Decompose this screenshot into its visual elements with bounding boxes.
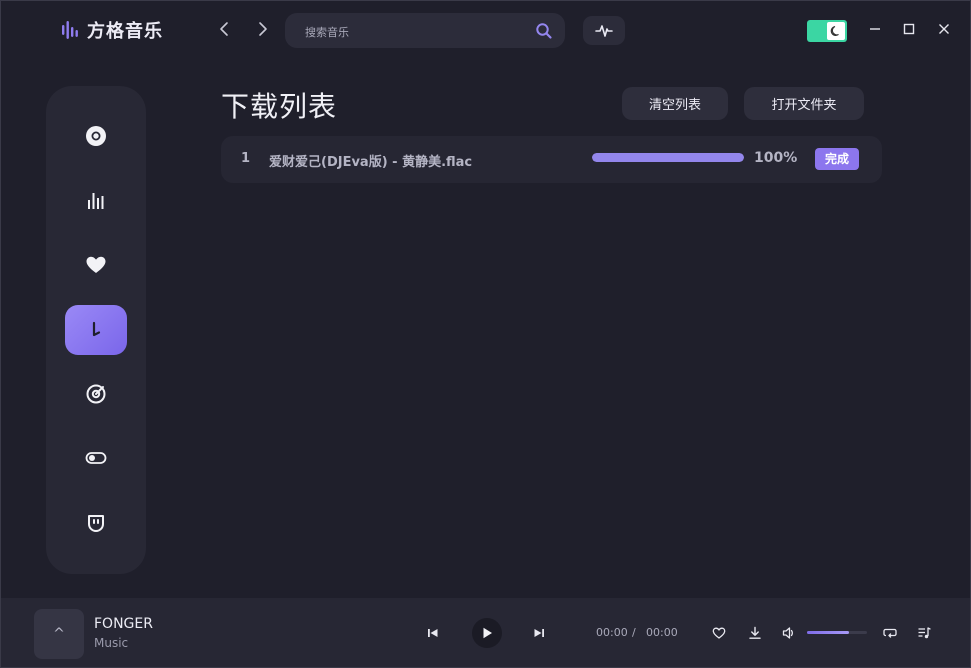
face-icon: [88, 515, 104, 532]
maximize-button[interactable]: [901, 21, 917, 37]
logo-bars-icon: [62, 21, 78, 39]
app-window: 方格音乐 搜索音乐 下载列表 清空列表 打开文件夹 1 爱财爱己(DJEva版)…: [0, 0, 971, 668]
sidebar-item-radar[interactable]: [65, 369, 127, 419]
close-button[interactable]: [936, 21, 952, 37]
sidebar-item-discover[interactable]: [65, 111, 127, 161]
open-folder-button[interactable]: 打开文件夹: [744, 87, 864, 120]
sidebar-item-favorites[interactable]: [65, 240, 127, 290]
sidebar-item-charts[interactable]: [65, 176, 127, 226]
heart-outline-icon: [712, 627, 726, 639]
close-icon: [939, 24, 949, 34]
download-progress-bar: [592, 153, 744, 162]
volume-slider-fill: [807, 631, 849, 634]
chevron-left-icon: [220, 22, 228, 36]
search-bar: [285, 13, 565, 48]
back-button[interactable]: [215, 19, 235, 39]
forward-button[interactable]: [252, 19, 272, 39]
download-progress-fill: [592, 153, 744, 162]
disc-icon: [86, 126, 106, 146]
download-filename: 爱财爱己(DJEva版) - 黄静美.flac: [269, 155, 473, 170]
app-name: 方格音乐: [87, 21, 163, 42]
sidebar-item-downloads[interactable]: [65, 305, 127, 355]
volume-slider[interactable]: [807, 631, 867, 634]
repeat-button[interactable]: [883, 626, 897, 640]
download-icon: [92, 321, 101, 337]
minimize-button[interactable]: [867, 21, 883, 37]
skip-previous-icon: [428, 629, 438, 637]
repeat-icon: [883, 628, 897, 638]
sidebar-item-settings[interactable]: [65, 433, 127, 483]
total-time: 00:00: [646, 626, 678, 639]
theme-toggle-knob: [827, 22, 845, 40]
download-arrow-icon: [749, 626, 761, 639]
play-button[interactable]: [472, 618, 502, 648]
audio-visualizer-button[interactable]: [583, 16, 625, 45]
minimize-icon: [870, 28, 880, 30]
sidebar: [46, 86, 146, 574]
player-bar: ^ FONGER Music 00:00 / 00:00: [1, 598, 970, 667]
song-artist: Music: [94, 636, 129, 650]
playlist-icon: [918, 627, 931, 639]
theme-toggle[interactable]: [807, 20, 847, 42]
clear-list-button[interactable]: 清空列表: [622, 87, 728, 120]
toggle-icon: [85, 452, 107, 464]
search-input[interactable]: [303, 21, 527, 43]
download-button[interactable]: [748, 626, 762, 640]
song-title: FONGER: [94, 616, 153, 632]
page-title: 下载列表: [221, 90, 338, 123]
volume-icon: [782, 627, 793, 639]
moon-icon: [830, 25, 839, 36]
volume-button[interactable]: [782, 626, 796, 640]
target-icon: [86, 384, 106, 404]
heart-icon: [86, 256, 106, 273]
download-percent: 100%: [754, 150, 798, 166]
status-badge: 完成: [815, 148, 860, 170]
play-icon: [483, 627, 492, 639]
next-button[interactable]: [532, 626, 546, 640]
previous-button[interactable]: [426, 626, 440, 640]
current-time: 00:00: [596, 626, 628, 639]
app-logo: 方格音乐: [61, 17, 163, 43]
download-index: 1: [241, 151, 251, 166]
chart-bars-icon: [88, 193, 104, 209]
waveform-icon: [595, 24, 613, 37]
sidebar-item-about[interactable]: [65, 497, 127, 547]
album-cover-toggle[interactable]: ^: [34, 609, 84, 659]
chevron-right-icon: [259, 22, 267, 36]
playlist-button[interactable]: [917, 626, 931, 640]
skip-next-icon: [534, 629, 544, 637]
time-separator: /: [632, 626, 636, 639]
expand-icon: ^: [53, 626, 65, 642]
download-row[interactable]: 1 爱财爱己(DJEva版) - 黄静美.flac 100% 完成: [221, 136, 882, 183]
like-button[interactable]: [712, 626, 726, 640]
search-icon[interactable]: [535, 22, 553, 40]
maximize-icon: [903, 23, 915, 35]
